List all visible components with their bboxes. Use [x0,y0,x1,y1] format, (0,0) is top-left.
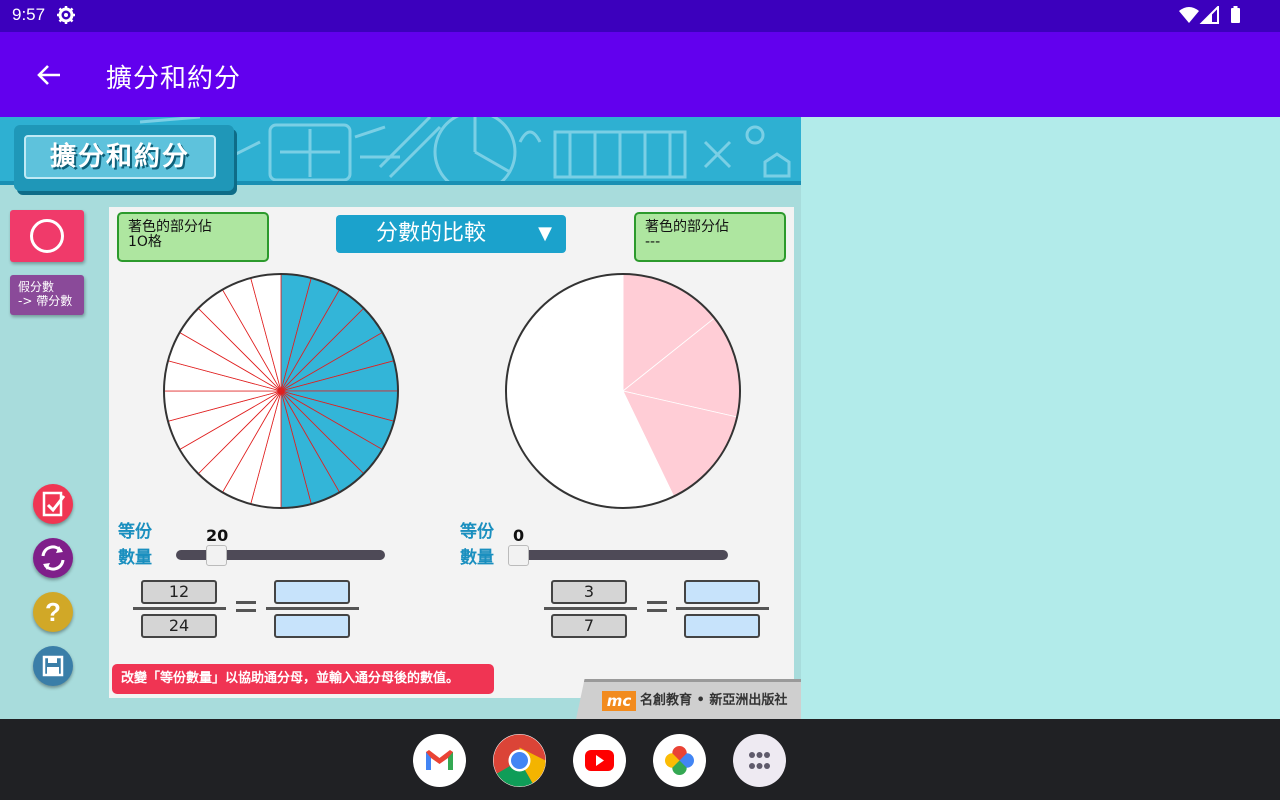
dropdown-arrow-icon: ▼ [538,223,552,244]
app-content: 擴分和約分 假分數 -> 帶分數 ? 著色的部分佔 1O格 著色的部分佔 ---… [0,117,801,719]
right-numerator-box: 3 [551,580,627,604]
left-denominator-box: 24 [141,614,217,638]
chrome-icon[interactable] [493,734,546,787]
status-bar: 9:57 [0,0,1280,32]
check-answer-button[interactable] [33,484,73,524]
right-slider-value: 0 [513,526,525,545]
publisher-logo: mc [602,690,636,711]
left-equal-parts-label-1: 等份 [118,522,152,542]
question-mark-icon: ? [45,597,61,627]
right-equal-parts-slider[interactable] [508,550,728,560]
right-slider-thumb[interactable] [508,545,529,566]
left-numerator-box: 12 [141,580,217,604]
right-denominator-box: 7 [551,614,627,638]
help-button[interactable]: ? [33,592,73,632]
right-new-fraction-bar [676,607,769,610]
app-logo-text: 擴分和約分 [24,135,216,179]
left-equal-parts-label-2: 數量 [118,548,152,568]
mixed-button-label-1: 假分數 [18,280,55,294]
right-info-value: --- [645,234,661,250]
right-equal-parts-label-2: 數量 [460,548,494,568]
battery-icon [1231,6,1240,23]
circle-mode-button[interactable] [10,210,84,262]
right-equal-parts-label: 等份 數量 [460,519,494,571]
gmail-icon[interactable] [413,734,466,787]
wifi-icon [1179,7,1199,23]
photos-icon[interactable] [653,734,706,787]
left-slider-value: 20 [206,526,229,545]
signal-icon [1199,4,1219,24]
mixed-button-label-2: -> 帶分數 [18,294,73,308]
publisher-text: mc 名創教育 • 新亞洲出版社 [602,689,787,711]
right-info-label: 著色的部分佔 [645,219,729,235]
publisher-name: 名創教育 • 新亞洲出版社 [640,693,788,708]
clipboard-check-icon [42,491,66,517]
save-disk-icon [42,655,64,677]
left-equal-parts-label: 等份 數量 [118,519,152,571]
status-icons [1178,4,1242,28]
svg-text:?: ? [45,597,61,627]
status-time: 9:57 [12,5,46,24]
right-fraction-pie [505,273,741,509]
youtube-icon[interactable] [573,734,626,787]
left-fraction-bar [133,607,226,610]
app-bar: 擴分和約分 [0,32,1280,117]
left-shaded-info: 著色的部分佔 1O格 [117,212,269,262]
settings-gear-icon [56,5,76,29]
left-new-numerator-input[interactable] [274,580,350,604]
refresh-icon [41,545,65,571]
left-info-value: 1O格 [128,234,162,250]
mode-dropdown-label: 分數的比較 [376,221,487,246]
right-new-denominator-input[interactable] [684,614,760,638]
left-slider-thumb[interactable] [206,545,227,566]
fraction-panel: 著色的部分佔 1O格 著色的部分佔 --- 分數的比較 ▼ 等份 數量 20 1… [109,207,794,698]
reset-button[interactable] [33,538,73,578]
right-equals-sign [647,601,667,617]
app-title: 擴分和約分 [106,64,242,94]
instruction-hint: 改變「等份數量」以協助通分母，並輸入通分母後的數值。 [112,664,494,694]
improper-to-mixed-button[interactable]: 假分數 -> 帶分數 [10,275,84,315]
app-logo: 擴分和約分 [14,125,234,191]
left-new-fraction-bar [266,607,359,610]
left-equals-sign [236,601,256,617]
left-info-label: 著色的部分佔 [128,219,212,235]
right-shaded-info: 著色的部分佔 --- [634,212,786,262]
app-drawer-icon[interactable] [733,734,786,787]
right-equal-parts-label-1: 等份 [460,522,494,542]
right-new-numerator-input[interactable] [684,580,760,604]
right-fraction-bar [544,607,637,610]
app-dock [0,719,1280,800]
mode-dropdown[interactable]: 分數的比較 ▼ [336,215,566,253]
left-new-denominator-input[interactable] [274,614,350,638]
left-fraction-pie [163,273,399,509]
save-button[interactable] [33,646,73,686]
back-arrow-icon[interactable] [36,62,62,92]
circle-icon [30,219,64,253]
